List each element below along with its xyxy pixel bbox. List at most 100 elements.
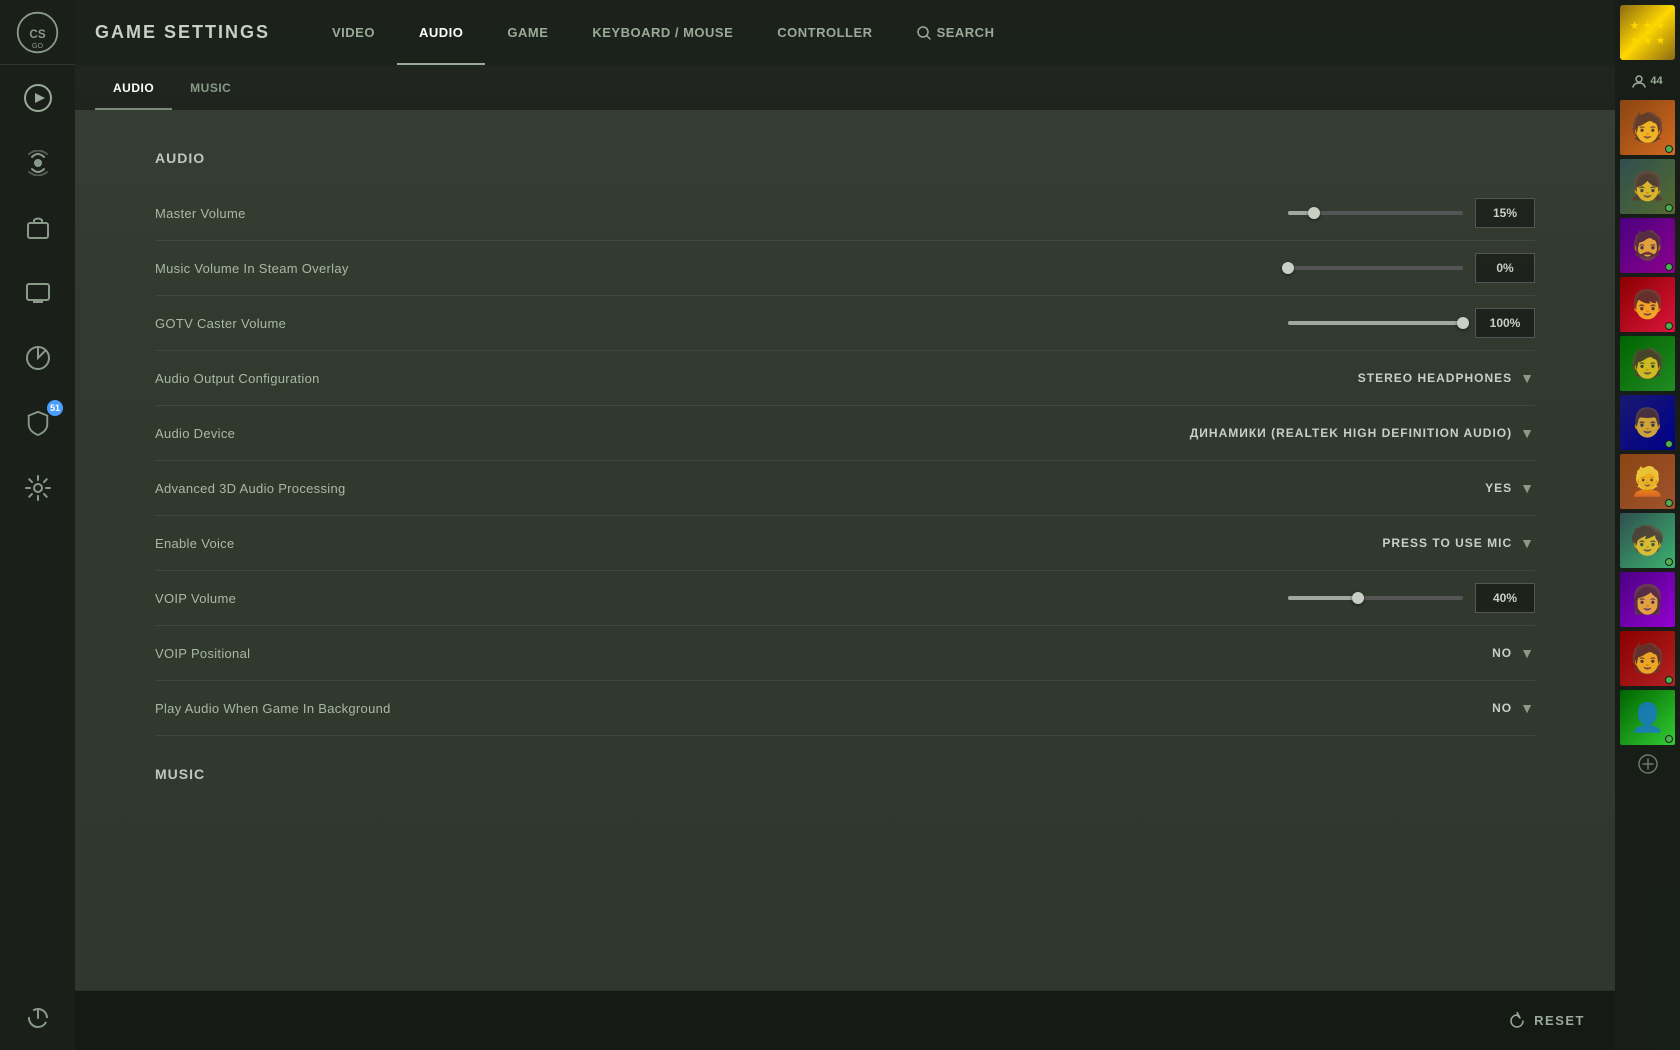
- sidebar-icons: 51: [0, 65, 75, 985]
- sidebar-item-shield[interactable]: 51: [0, 390, 75, 455]
- enable-voice-control: PRESS TO USE MIC ▼: [1382, 530, 1535, 556]
- svg-text:GO: GO: [32, 40, 44, 49]
- online-indicator-7: [1665, 499, 1673, 507]
- audio-device-chevron-icon: ▼: [1520, 425, 1535, 441]
- friend-avatar-4[interactable]: 👦: [1620, 277, 1675, 332]
- friend-avatar-8[interactable]: 🧒: [1620, 513, 1675, 568]
- voip-positional-label: VOIP Positional: [155, 646, 1492, 661]
- sidebar-item-inventory[interactable]: [0, 195, 75, 260]
- bottom-bar: RESET: [75, 990, 1615, 1050]
- voip-positional-value: NO: [1492, 646, 1512, 660]
- setting-bg-audio: Play Audio When Game In Background NO ▼: [155, 681, 1535, 736]
- voip-positional-control: NO ▼: [1492, 640, 1535, 666]
- section-music-title: Music: [155, 766, 1535, 782]
- music-volume-track[interactable]: [1288, 266, 1463, 270]
- audio-device-dropdown[interactable]: ДИНАМИКИ (REALTEK HIGH DEFINITION AUDIO)…: [1190, 420, 1535, 446]
- online-indicator-1: [1665, 145, 1673, 153]
- shield-badge: 51: [47, 400, 63, 416]
- friend-avatar-6[interactable]: 👨: [1620, 395, 1675, 450]
- setting-voip-volume: VOIP Volume 40%: [155, 571, 1535, 626]
- bg-audio-chevron-icon: ▼: [1520, 700, 1535, 716]
- add-friend-button[interactable]: [1620, 749, 1675, 779]
- voip-volume-slider-container[interactable]: 40%: [1288, 583, 1535, 613]
- search-tab[interactable]: Search: [895, 0, 1017, 65]
- bg-audio-control: NO ▼: [1492, 695, 1535, 721]
- master-volume-thumb[interactable]: [1308, 207, 1320, 219]
- audio-output-label: Audio Output Configuration: [155, 371, 1358, 386]
- setting-gotv-volume: GOTV Caster Volume 100%: [155, 296, 1535, 351]
- tab-game[interactable]: Game: [485, 0, 570, 65]
- svg-text:CS: CS: [29, 27, 45, 40]
- reset-icon: [1508, 1012, 1526, 1030]
- friends-count: 44: [1650, 75, 1662, 87]
- reset-button[interactable]: RESET: [1508, 1012, 1585, 1030]
- page-title: GAME SETTINGS: [95, 22, 270, 43]
- search-label: Search: [937, 25, 995, 40]
- left-sidebar: CS GO: [0, 0, 75, 1050]
- section-audio-title: Audio: [155, 150, 1535, 166]
- voip-positional-dropdown[interactable]: NO ▼: [1492, 640, 1535, 666]
- sub-tab-music[interactable]: Music: [172, 65, 249, 110]
- setting-enable-voice: Enable Voice PRESS TO USE MIC ▼: [155, 516, 1535, 571]
- gotv-volume-track[interactable]: [1288, 321, 1463, 325]
- enable-voice-chevron-icon: ▼: [1520, 535, 1535, 551]
- top-bar: GAME SETTINGS Video Audio Game Keyboard …: [75, 0, 1615, 65]
- enable-voice-dropdown[interactable]: PRESS TO USE MIC ▼: [1382, 530, 1535, 556]
- bg-audio-dropdown[interactable]: NO ▼: [1492, 695, 1535, 721]
- sidebar-item-broadcast[interactable]: [0, 130, 75, 195]
- sidebar-item-stats[interactable]: [0, 325, 75, 390]
- voip-volume-fill: [1288, 596, 1358, 600]
- gotv-volume-thumb[interactable]: [1457, 317, 1469, 329]
- friend-avatar-5[interactable]: 🧑: [1620, 336, 1675, 391]
- friend-avatar-3[interactable]: 🧔: [1620, 218, 1675, 273]
- gotv-volume-value: 100%: [1475, 308, 1535, 338]
- setting-3d-audio: Advanced 3D Audio Processing YES ▼: [155, 461, 1535, 516]
- friend-avatar-10[interactable]: 🧑: [1620, 631, 1675, 686]
- voip-volume-thumb[interactable]: [1352, 592, 1364, 604]
- friend-avatar-2[interactable]: 👧: [1620, 159, 1675, 214]
- friends-count-row: 44: [1620, 66, 1675, 96]
- online-indicator-8: [1665, 558, 1673, 566]
- avatar-face-5: 🧑: [1620, 336, 1675, 391]
- voip-volume-value: 40%: [1475, 583, 1535, 613]
- online-indicator-3: [1665, 263, 1673, 271]
- music-volume-control: 0%: [1288, 253, 1535, 283]
- music-volume-thumb[interactable]: [1282, 262, 1294, 274]
- audio-output-dropdown[interactable]: STEREO HEADPHONES ▼: [1358, 365, 1535, 391]
- sidebar-power-button[interactable]: [0, 985, 75, 1050]
- friends-icon: [1632, 74, 1646, 88]
- search-icon: [917, 26, 931, 40]
- cs-logo[interactable]: CS GO: [0, 0, 75, 65]
- sidebar-item-tv[interactable]: [0, 260, 75, 325]
- setting-voip-positional: VOIP Positional NO ▼: [155, 626, 1535, 681]
- master-volume-track[interactable]: [1288, 211, 1463, 215]
- 3d-audio-dropdown[interactable]: YES ▼: [1485, 475, 1535, 501]
- master-volume-slider-container[interactable]: 15%: [1288, 198, 1535, 228]
- online-indicator-4: [1665, 322, 1673, 330]
- friend-avatar-7[interactable]: 👱: [1620, 454, 1675, 509]
- audio-output-value: STEREO HEADPHONES: [1358, 371, 1512, 385]
- tab-controller[interactable]: Controller: [755, 0, 894, 65]
- reset-label: RESET: [1534, 1013, 1585, 1028]
- right-sidebar: ★ ★ ★ ★ ★ ★ 44 🧑 👧 🧔 👦: [1615, 0, 1680, 1050]
- friend-avatar-11[interactable]: 👤: [1620, 690, 1675, 745]
- tab-video[interactable]: Video: [310, 0, 397, 65]
- tab-audio[interactable]: Audio: [397, 0, 485, 65]
- enable-voice-label: Enable Voice: [155, 536, 1382, 551]
- gotv-volume-label: GOTV Caster Volume: [155, 316, 1288, 331]
- audio-output-control: STEREO HEADPHONES ▼: [1358, 365, 1535, 391]
- gotv-volume-slider-container[interactable]: 100%: [1288, 308, 1535, 338]
- sub-tab-audio[interactable]: Audio: [95, 65, 172, 110]
- voip-volume-track[interactable]: [1288, 596, 1463, 600]
- friend-avatar-1[interactable]: 🧑: [1620, 100, 1675, 155]
- enable-voice-value: PRESS TO USE MIC: [1382, 536, 1512, 550]
- settings-content: Audio Master Volume 15% Music Volume In …: [75, 110, 1615, 990]
- music-volume-slider-container[interactable]: 0%: [1288, 253, 1535, 283]
- main-area: GAME SETTINGS Video Audio Game Keyboard …: [75, 0, 1615, 1050]
- sidebar-item-play[interactable]: [0, 65, 75, 130]
- sidebar-item-settings[interactable]: [0, 455, 75, 520]
- tab-keyboard-mouse[interactable]: Keyboard / Mouse: [570, 0, 755, 65]
- setting-audio-output: Audio Output Configuration STEREO HEADPH…: [155, 351, 1535, 406]
- online-indicator-10: [1665, 676, 1673, 684]
- friend-avatar-9[interactable]: 👩: [1620, 572, 1675, 627]
